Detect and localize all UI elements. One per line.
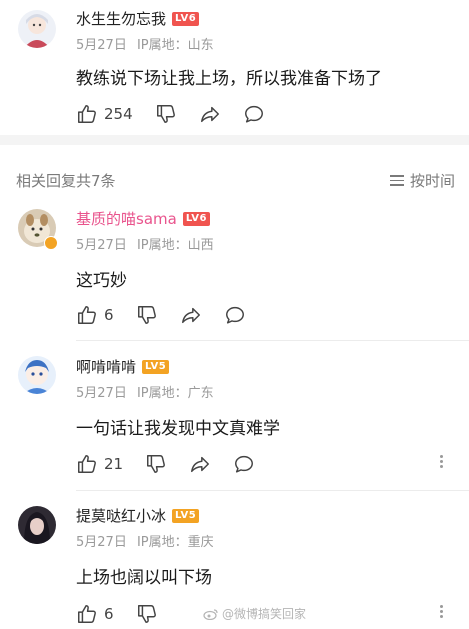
watermark: @微博搞笑回家 (203, 605, 306, 622)
share-icon (181, 307, 200, 324)
comment-date: 5月27日 (76, 535, 127, 550)
comment-icon (225, 306, 244, 324)
username[interactable]: 基质的喵sama LV6 (76, 208, 211, 229)
like-button[interactable]: 6 (76, 304, 114, 326)
reply-button[interactable] (233, 453, 255, 475)
sort-label: 按时间 (409, 172, 455, 190)
reply-button[interactable] (243, 103, 265, 125)
comment-date: 5月27日 (76, 238, 127, 253)
comment-actions: 6 (76, 602, 180, 626)
comment-date: 5月27日 (76, 38, 127, 53)
level-badge: LV6 (172, 11, 200, 26)
thumbs-down-icon (137, 306, 156, 324)
share-icon (191, 456, 210, 473)
dislike-button[interactable] (155, 103, 177, 125)
comment-text: 上场也阔以叫下场 (76, 568, 212, 588)
weibo-logo-icon (203, 608, 218, 620)
sort-button[interactable]: 按时间 (389, 170, 455, 191)
more-icon[interactable] (436, 603, 446, 623)
ip-location: IP属地：重庆 (136, 535, 214, 550)
thumbs-down-icon (156, 105, 175, 123)
share-button[interactable] (189, 453, 211, 475)
thumbs-up-icon (78, 105, 96, 123)
comment-meta: 5月27日 IP属地：山西 (76, 234, 220, 253)
comment-meta: 5月27日 IP属地：山东 (76, 34, 220, 53)
ip-location: IP属地：广东 (136, 386, 214, 401)
level-badge: LV5 (142, 359, 170, 374)
comment-date: 5月27日 (76, 386, 127, 401)
like-count: 6 (104, 306, 114, 324)
avatar[interactable] (18, 356, 56, 394)
dislike-button[interactable] (136, 603, 158, 625)
comment-text: 一句话让我发现中文真难学 (76, 419, 280, 439)
replies-header: 相关回复共7条 按时间 (0, 160, 469, 196)
section-divider (0, 135, 469, 145)
username-text[interactable]: 啊啃啃啃 (76, 356, 136, 377)
like-count: 254 (104, 105, 133, 123)
like-button[interactable]: 21 (76, 453, 123, 475)
comment-meta: 5月27日 IP属地：广东 (76, 382, 220, 401)
thumbs-down-icon (147, 455, 166, 473)
ip-location: IP属地：山西 (136, 238, 214, 253)
share-icon (200, 106, 219, 123)
thumbs-down-icon (137, 605, 156, 623)
dislike-button[interactable] (145, 453, 167, 475)
level-badge: LV5 (172, 508, 200, 523)
level-badge: LV6 (182, 211, 211, 226)
reply-button[interactable] (224, 304, 246, 326)
username-text[interactable]: 基质的喵sama (76, 208, 177, 229)
share-button[interactable] (199, 103, 221, 125)
username[interactable]: 啊啃啃啃 LV5 (76, 356, 170, 377)
sort-icon (389, 172, 404, 189)
username[interactable]: 提莫哒红小冰 LV5 (76, 505, 200, 526)
dislike-button[interactable] (136, 304, 158, 326)
watermark-text: @微博搞笑回家 (222, 607, 307, 621)
username[interactable]: 水生生勿忘我 LV6 (76, 8, 200, 29)
comment-icon (235, 455, 254, 473)
thumbs-up-icon (78, 306, 96, 324)
comment-text: 这巧妙 (76, 271, 127, 291)
comment-actions: 21 (76, 452, 277, 476)
like-button[interactable]: 6 (76, 603, 114, 625)
reply-separator (76, 340, 469, 341)
replies-count-title: 相关回复共7条 (16, 172, 116, 190)
comment-meta: 5月27日 IP属地：重庆 (76, 531, 220, 550)
share-button[interactable] (180, 304, 202, 326)
like-button[interactable]: 254 (76, 103, 133, 125)
avatar[interactable] (18, 10, 56, 48)
avatar[interactable] (18, 506, 56, 544)
more-icon[interactable] (436, 453, 446, 473)
like-count: 6 (104, 605, 114, 623)
comment-actions: 254 (76, 102, 287, 126)
comment-icon (244, 105, 263, 123)
username-text[interactable]: 水生生勿忘我 (76, 8, 166, 29)
verified-badge (44, 236, 58, 250)
comment-actions: 6 (76, 303, 268, 327)
thumbs-up-icon (78, 455, 96, 473)
thumbs-up-icon (78, 605, 96, 623)
like-count: 21 (104, 455, 124, 473)
comment-text: 教练说下场让我上场，所以我准备下场了 (76, 69, 382, 89)
ip-location: IP属地：山东 (136, 38, 214, 53)
reply-separator (76, 490, 469, 491)
username-text[interactable]: 提莫哒红小冰 (76, 505, 166, 526)
